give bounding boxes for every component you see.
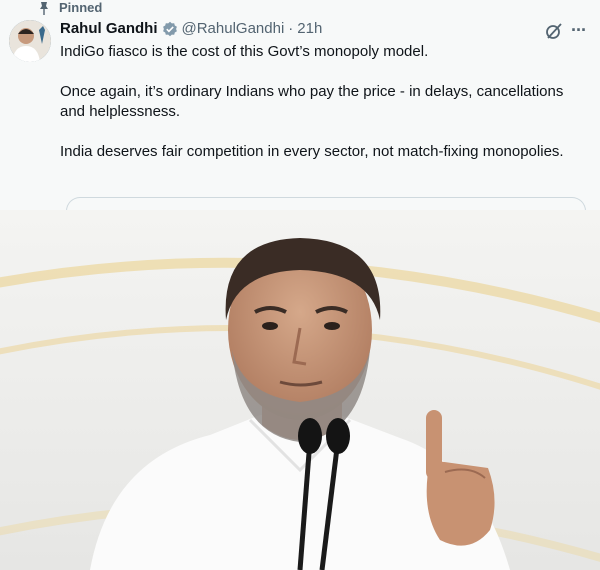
more-icon[interactable]: ··· <box>571 21 587 39</box>
author-name[interactable]: Rahul Gandhi <box>60 20 158 37</box>
grok-icon[interactable] <box>545 22 563 40</box>
avatar[interactable] <box>9 20 51 62</box>
pinned-tweet[interactable]: Pinned Rahul Gandhi @RahulGandhi · 21h ·… <box>0 0 600 212</box>
tweet-paragraph: Once again, it’s ordinary Indians who pa… <box>60 83 564 120</box>
pin-icon <box>40 1 48 15</box>
separator-dot: · <box>288 20 294 37</box>
pinned-label: Pinned <box>59 0 103 15</box>
tweet-text: IndiGo fiasco is the cost of this Govt’s… <box>60 42 580 182</box>
pinned-indicator: Pinned <box>37 0 102 15</box>
tweet-paragraph: IndiGo fiasco is the cost of this Govt’s… <box>60 43 429 60</box>
tweet-time[interactable]: 21h <box>297 20 322 37</box>
tweet-paragraph: India deserves fair competition in every… <box>60 143 564 160</box>
tweet-header: Rahul Gandhi @RahulGandhi · 21h <box>60 20 322 37</box>
tweet-photo[interactable] <box>0 210 600 570</box>
author-handle[interactable]: @RahulGandhi <box>182 20 285 37</box>
avatar-image <box>9 20 51 62</box>
speaker-photo <box>0 210 600 570</box>
verified-badge-icon[interactable] <box>162 21 178 37</box>
